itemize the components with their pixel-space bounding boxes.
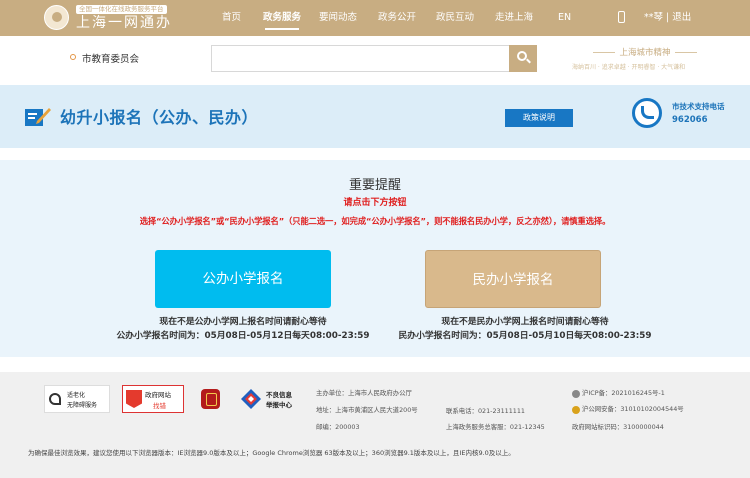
logo-title: 上海一网通办	[76, 15, 172, 31]
police-badge-icon	[572, 406, 580, 414]
find-error-label: 找错	[153, 402, 166, 410]
support-phone-icon	[632, 98, 662, 128]
accessibility-sublabel: 无障碍服务	[67, 402, 98, 409]
notice-subtitle: 请点击下方按钮	[343, 198, 407, 208]
accessibility-label: 适老化	[67, 392, 86, 399]
site-code-info: 政府网站标识码：3100000044	[572, 423, 664, 431]
service-phone-info: 上海政务服务总客服：021-12345	[446, 423, 545, 431]
report-center-label[interactable]: 不良信息	[266, 389, 292, 399]
location-pin-icon	[70, 54, 76, 60]
emblem-icon	[44, 5, 69, 30]
nav-interaction[interactable]: 政民互动	[436, 0, 474, 36]
page: 全国一体化在线政务服务平台 上海一网通办 首页 政务服务 要闻动态 政务公开 政…	[0, 0, 750, 478]
browser-recommendation: 为确保最佳浏览效果，建议您使用以下浏览器版本：IE浏览器9.0版本及以上；Goo…	[28, 449, 515, 457]
search-input[interactable]	[211, 45, 509, 72]
report-center-icon[interactable]	[240, 388, 262, 410]
nav-news[interactable]: 要闻动态	[319, 0, 357, 36]
private-school-enroll-button[interactable]: 民办小学报名	[425, 250, 601, 308]
address-info: 地址：上海市黄浦区人民大道200号	[316, 406, 418, 414]
support-phone-number: 962066	[672, 115, 708, 125]
nav-gov-services[interactable]: 政务服务	[263, 0, 301, 36]
gov-site-error-badge[interactable]: 政府网站 找错	[122, 385, 184, 413]
error-report-icon	[126, 390, 142, 408]
private-status: 现在不是民办小学网上报名时间请耐心等待	[441, 317, 609, 327]
report-center-sublabel[interactable]: 举报中心	[266, 399, 292, 409]
nav-home[interactable]: 首页	[222, 0, 241, 36]
department-name: 市教育委员会	[82, 54, 140, 65]
public-status: 现在不是公办小学网上报名时间请耐心等待	[159, 317, 327, 327]
site-logo[interactable]: 全国一体化在线政务服务平台 上海一网通办	[44, 5, 204, 33]
contact-phone-info: 联系电话：021-23111111	[446, 407, 525, 415]
user-logout[interactable]: **琴 | 退出	[644, 0, 691, 36]
nav-english[interactable]: EN	[558, 0, 571, 36]
public-school-enroll-button[interactable]: 公办小学报名	[155, 250, 331, 308]
police-record-info[interactable]: 沪公网安备：31010102004544号	[582, 404, 684, 413]
gov-site-label: 政府网站	[145, 391, 171, 399]
public-enroll-time: 公办小学报名时间为：05月08日-05月12日每天08:00-23:59	[116, 331, 370, 341]
pencil-form-icon	[25, 108, 51, 126]
accessibility-badge[interactable]: 适老化 无障碍服务	[44, 385, 110, 413]
support-phone-label: 市技术支持电话	[672, 102, 725, 111]
notice-title: 重要提醒	[348, 178, 401, 193]
logo-tagline: 全国一体化在线政务服务平台	[76, 5, 167, 14]
private-enroll-time: 民办小学报名时间为：05月08日-05月10日每天08:00-23:59	[398, 331, 652, 341]
postcode-info: 邮编：200003	[316, 423, 360, 431]
icp-icon	[572, 390, 580, 398]
city-spirit-slogan: 海纳百川 · 追求卓越 · 开明睿智 · 大气谦和	[572, 64, 686, 71]
mobile-icon[interactable]	[618, 11, 625, 23]
sponsor-info: 主办单位：上海市人民政府办公厅	[316, 389, 412, 397]
city-spirit-title: 上海城市精神	[570, 46, 720, 58]
nav-gov-affairs[interactable]: 政务公开	[378, 0, 416, 36]
page-title: 幼升小报名（公办、民办）	[60, 108, 259, 127]
nav-shanghai[interactable]: 走进上海	[495, 0, 533, 36]
search-button[interactable]	[509, 45, 537, 72]
accessibility-icon	[49, 393, 61, 405]
icp-info[interactable]: 沪ICP备：2021016245号-1	[582, 388, 665, 397]
notice-warning: 选择“公办小学报名”或“民办小学报名”（只能二选一，如完成“公办小学报名”，则不…	[139, 216, 611, 226]
policy-button[interactable]: 政策说明	[505, 109, 573, 127]
party-gov-emblem-icon[interactable]	[201, 389, 220, 409]
